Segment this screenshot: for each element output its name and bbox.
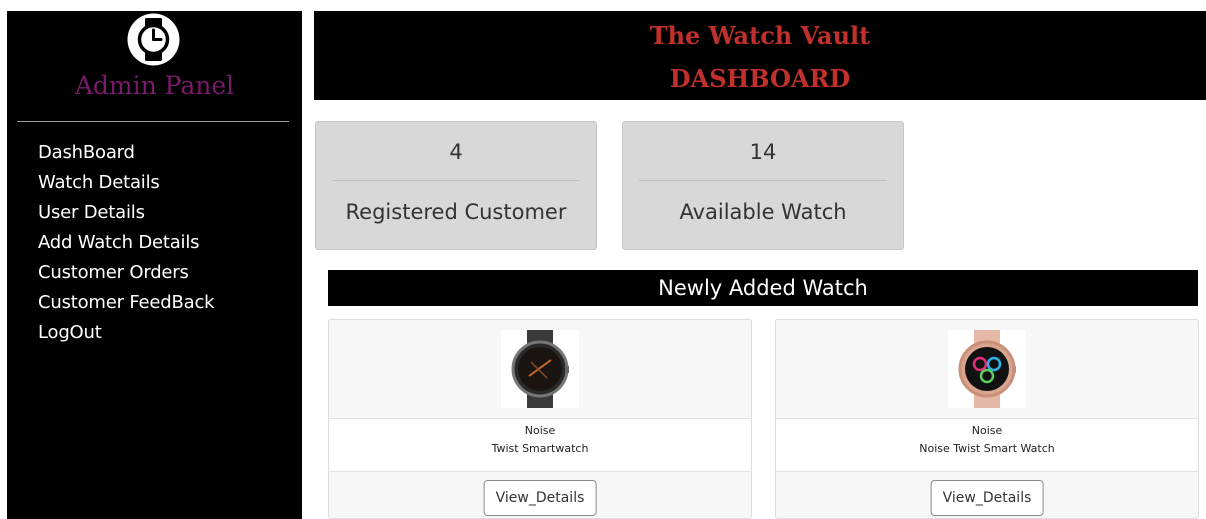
- product-brand: Noise: [524, 424, 556, 437]
- view-details-button[interactable]: View_Details: [483, 480, 597, 516]
- sidebar-item-add-watch-details[interactable]: Add Watch Details: [38, 228, 214, 258]
- product-card: Noise Noise Twist Smart Watch View_Detai…: [775, 319, 1199, 519]
- product-name: Noise Twist Smart Watch: [919, 442, 1055, 455]
- stat-divider: [332, 180, 580, 181]
- clock-icon: [126, 12, 181, 67]
- sidebar-divider: [17, 121, 289, 122]
- sidebar: Admin Panel DashBoard Watch Details User…: [7, 11, 302, 519]
- product-info: Noise Twist Smartwatch: [329, 418, 751, 472]
- stat-value: 4: [449, 140, 463, 164]
- sidebar-item-customer-orders[interactable]: Customer Orders: [38, 258, 214, 288]
- product-image: [948, 330, 1026, 408]
- view-details-button[interactable]: View_Details: [930, 480, 1044, 516]
- product-brand: Noise: [971, 424, 1003, 437]
- stat-label: Registered Customer: [345, 200, 567, 224]
- page-title: DASHBOARD: [669, 64, 851, 93]
- product-card: Noise Twist Smartwatch View_Details: [328, 319, 752, 519]
- stat-card-registered-customer: 4 Registered Customer: [315, 121, 597, 250]
- sidebar-item-watch-details[interactable]: Watch Details: [38, 168, 214, 198]
- product-name: Twist Smartwatch: [491, 442, 589, 455]
- stat-divider: [639, 180, 887, 181]
- product-image: [501, 330, 579, 408]
- site-title: The Watch Vault: [649, 21, 871, 50]
- page-header: The Watch Vault DASHBOARD: [314, 11, 1206, 100]
- sidebar-item-user-details[interactable]: User Details: [38, 198, 214, 228]
- sidebar-item-dashboard[interactable]: DashBoard: [38, 138, 214, 168]
- sidebar-item-logout[interactable]: LogOut: [38, 318, 214, 348]
- product-info: Noise Noise Twist Smart Watch: [776, 418, 1198, 472]
- product-image-area: [776, 320, 1198, 418]
- stat-value: 14: [749, 140, 777, 164]
- sidebar-item-customer-feedback[interactable]: Customer FeedBack: [38, 288, 215, 318]
- stat-label: Available Watch: [679, 200, 847, 224]
- stat-card-available-watch: 14 Available Watch: [622, 121, 904, 250]
- sidebar-nav: DashBoard Watch Details User Details Add…: [38, 138, 215, 348]
- admin-panel-title: Admin Panel: [74, 71, 235, 100]
- product-image-area: [329, 320, 751, 418]
- newly-added-heading: Newly Added Watch: [328, 270, 1198, 306]
